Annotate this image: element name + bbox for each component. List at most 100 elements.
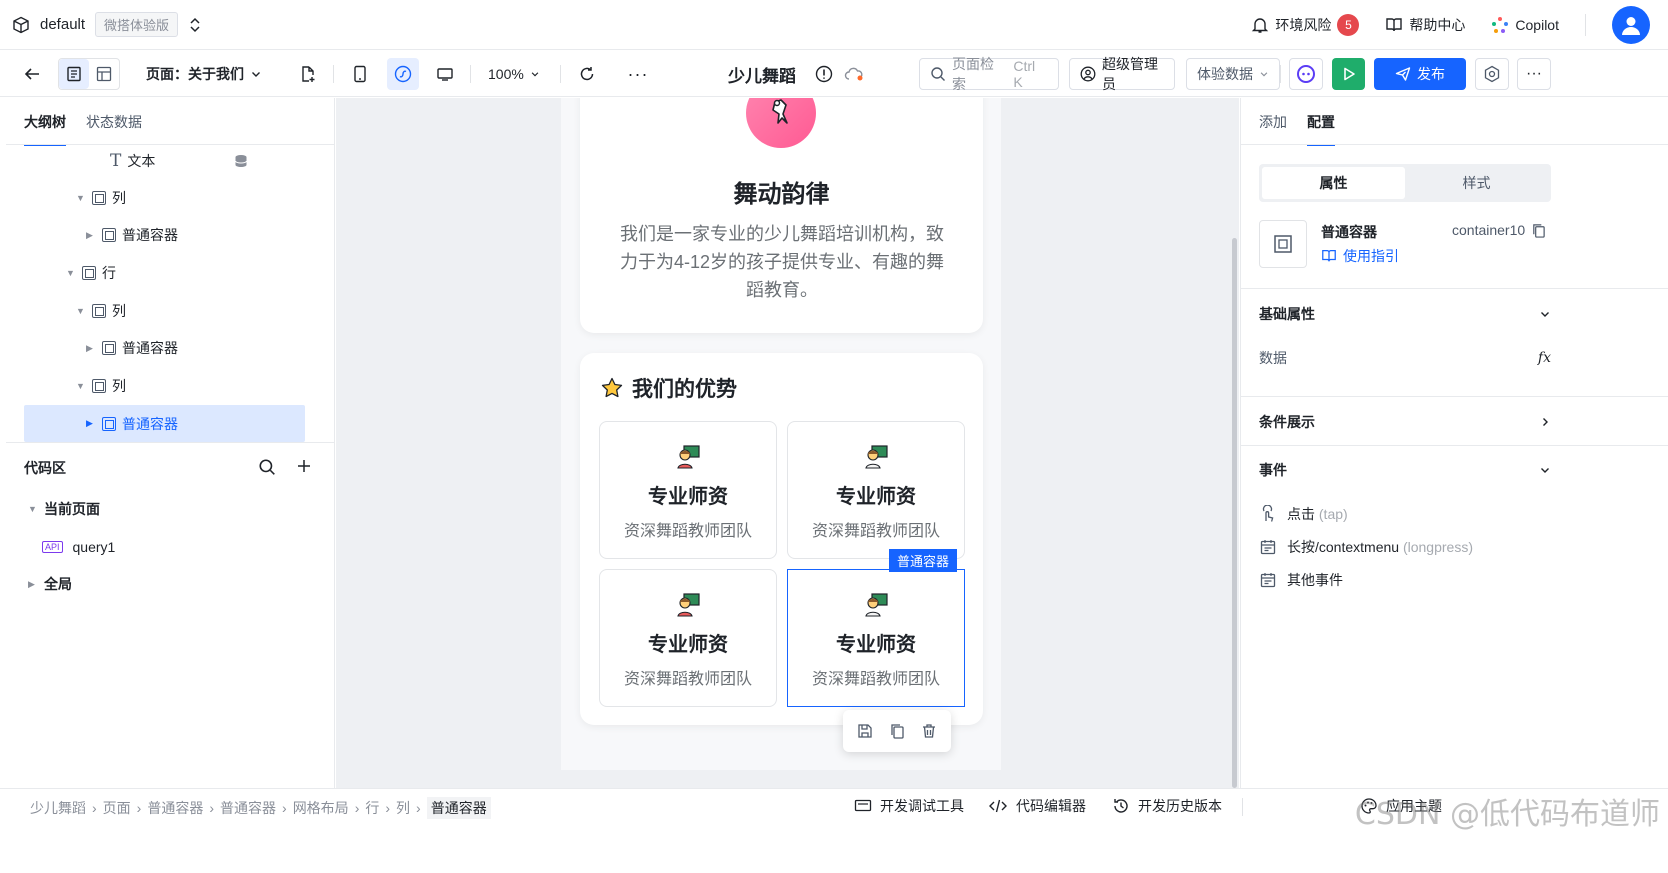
usage-guide-label: 使用指引 [1343, 248, 1399, 264]
data-property-row: 数据 fx [1259, 348, 1551, 368]
breadcrumb-item-current[interactable]: 普通容器 [426, 797, 491, 819]
copy-icon[interactable] [1531, 223, 1546, 238]
zoom-selector[interactable]: 100% [488, 58, 540, 90]
back-button[interactable] [16, 58, 48, 90]
delete-icon[interactable] [921, 723, 937, 739]
ai-assistant-button[interactable] [1289, 58, 1323, 90]
switch-app-icon[interactable] [188, 17, 202, 33]
chevron-right-icon: › [385, 800, 391, 816]
miniprogram-view-button[interactable] [387, 58, 419, 90]
more-button[interactable]: ··· [622, 58, 654, 90]
tab-config[interactable]: 配置 [1307, 112, 1335, 146]
config-panel: 添加 配置 属性 样式 普通容器 使用指引 container10 基础属性 数… [1240, 98, 1668, 788]
data-source-select[interactable]: 体验数据 [1186, 58, 1280, 90]
cloud-status-button[interactable] [838, 58, 870, 90]
breadcrumb-item[interactable]: 页面 [103, 798, 131, 818]
code-editor-button[interactable]: 代码编辑器 [988, 796, 1086, 816]
caret-down-icon[interactable]: ▼ [76, 193, 86, 203]
status-bar: 少儿舞蹈 › 页面 › 普通容器 › 普通容器 › 网格布局 › 行 › 列 › 普通容器 开… [0, 788, 1668, 832]
component-icon-box [1259, 220, 1307, 268]
tab-add[interactable]: 添加 [1259, 112, 1287, 146]
copy-icon[interactable] [889, 723, 905, 739]
canvas-scrollbar[interactable] [1232, 238, 1237, 788]
hero-card[interactable]: 舞动韵律 我们是一家专业的少儿舞蹈培训机构，致 力于为4-12岁的孩子提供专业、… [580, 98, 983, 333]
tree-node-container[interactable]: ▶ 普通容器 [86, 333, 178, 363]
breadcrumb-item[interactable]: 普通容器 [147, 798, 203, 818]
refresh-button[interactable] [571, 58, 603, 90]
save-icon[interactable] [857, 723, 873, 739]
feature-card[interactable]: 专业师资 资深舞蹈教师团队 [787, 421, 965, 559]
pc-view-button[interactable] [429, 58, 461, 90]
copilot-link[interactable]: Copilot [1491, 16, 1559, 34]
star-icon [600, 376, 624, 400]
event-longpress[interactable]: 长按/contextmenu (longpress) [1259, 537, 1473, 557]
breadcrumb-item[interactable]: 少儿舞蹈 [30, 798, 86, 818]
page-view-button[interactable] [59, 59, 89, 89]
tree-node-column[interactable]: ▼ 列 [76, 371, 126, 401]
publish-button[interactable]: 发布 [1374, 58, 1466, 90]
breadcrumb-item[interactable]: 网格布局 [293, 798, 349, 818]
caret-right-icon[interactable]: ▶ [86, 230, 96, 241]
caret-down-icon[interactable]: ▼ [66, 268, 76, 278]
tree-node-label: 普通容器 [122, 415, 178, 432]
ai-bot-icon [1296, 64, 1316, 84]
breadcrumb-item[interactable]: 普通容器 [220, 798, 276, 818]
refresh-icon [578, 65, 596, 83]
run-preview-button[interactable] [1332, 58, 1365, 90]
more-options-button[interactable]: ··· [1517, 58, 1551, 90]
basic-props-header[interactable]: 基础属性 [1259, 304, 1551, 324]
condition-header[interactable]: 条件展示 [1259, 412, 1551, 432]
chevron-down-icon [530, 69, 540, 79]
tree-node-container[interactable]: ▶ 普通容器 [86, 220, 178, 250]
settings-button[interactable] [1475, 58, 1509, 90]
code-add-button[interactable] [296, 458, 312, 474]
help-center-link[interactable]: 帮助中心 [1385, 15, 1465, 35]
code-query-item[interactable]: API query1 [42, 532, 115, 562]
code-current-page[interactable]: ▼ 当前页面 [28, 494, 100, 524]
devtools-button[interactable]: 开发调试工具 [854, 796, 964, 816]
caret-right-icon[interactable]: ▶ [86, 418, 96, 429]
breadcrumb-item[interactable]: 行 [365, 798, 379, 818]
usage-guide-link[interactable]: 使用指引 [1321, 246, 1399, 266]
divider [1585, 14, 1586, 36]
info-button[interactable] [808, 58, 840, 90]
mobile-view-button[interactable] [344, 58, 376, 90]
caret-down-icon[interactable]: ▼ [76, 381, 86, 391]
feature-card[interactable]: 专业师资 资深舞蹈教师团队 [599, 569, 777, 707]
fx-icon[interactable]: fx [1538, 350, 1551, 366]
event-tap[interactable]: 点击 (tap) [1259, 504, 1348, 524]
env-risk-link[interactable]: 环境风险 5 [1251, 14, 1360, 36]
page-search-input[interactable]: 页面检索 Ctrl K [919, 56, 1059, 92]
breadcrumb-item[interactable]: 列 [396, 798, 410, 818]
hero-description: 我们是一家专业的少儿舞蹈培训机构，致 力于为4-12岁的孩子提供专业、有趣的舞 … [602, 220, 962, 304]
feature-card[interactable]: 专业师资 资深舞蹈教师团队 [599, 421, 777, 559]
caret-down-icon[interactable]: ▼ [76, 306, 86, 316]
condition-label: 条件展示 [1259, 414, 1315, 430]
advantages-card[interactable]: 我们的优势 专业师资 资深舞蹈教师团队 专业师资 资深舞蹈教师团队 专业师资 资… [580, 353, 983, 725]
layout-view-button[interactable] [89, 59, 119, 89]
page-selector[interactable]: 页面：关于我们 [146, 58, 262, 90]
code-global[interactable]: ▶ 全局 [28, 569, 72, 599]
caret-down-icon[interactable]: ▼ [28, 504, 38, 514]
tree-node-row[interactable]: ▼ 行 [66, 258, 116, 288]
code-search-button[interactable] [258, 458, 276, 476]
admin-role-button[interactable]: 超级管理员 [1069, 56, 1175, 92]
tree-node-column[interactable]: ▼ 列 [76, 296, 126, 326]
caret-right-icon[interactable]: ▶ [86, 343, 96, 354]
tree-node-text[interactable]: T 文本 [110, 146, 155, 176]
tree-node-container-selected[interactable]: ▶ 普通容器 [24, 405, 305, 442]
user-avatar[interactable] [1612, 6, 1650, 44]
tab-outline-tree[interactable]: 大纲树 [24, 112, 66, 146]
more-icon: ··· [627, 63, 649, 84]
history-button[interactable]: 开发历史版本 [1112, 796, 1222, 816]
add-page-button[interactable] [292, 58, 324, 90]
caret-right-icon[interactable]: ▶ [28, 579, 38, 590]
tab-properties[interactable]: 属性 [1262, 167, 1405, 199]
events-header[interactable]: 事件 [1259, 460, 1551, 480]
event-other[interactable]: 其他事件 [1259, 570, 1343, 590]
feature-card-selected[interactable]: 专业师资 资深舞蹈教师团队 [787, 569, 965, 707]
tree-node-column[interactable]: ▼ 列 [76, 183, 126, 213]
tab-state-data[interactable]: 状态数据 [86, 112, 142, 146]
tab-styles[interactable]: 样式 [1405, 167, 1548, 199]
app-name[interactable]: default [40, 16, 85, 33]
